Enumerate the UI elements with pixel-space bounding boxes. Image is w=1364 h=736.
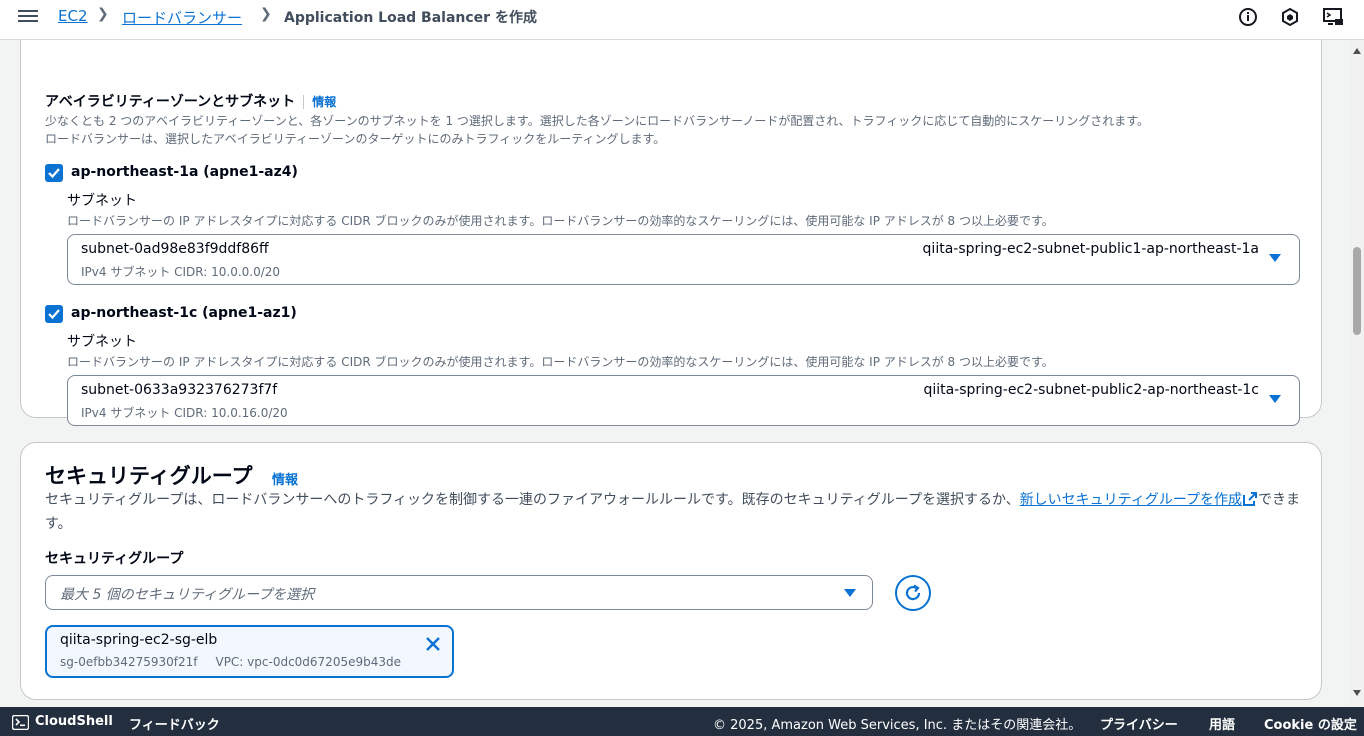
cloudshell-button[interactable]: CloudShell (35, 714, 113, 729)
feedback-button[interactable]: フィードバック (129, 714, 220, 733)
zone-1a-subnet-select[interactable]: subnet-0ad98e83f9ddf86ff IPv4 サブネット CIDR… (67, 234, 1300, 285)
zone-1c-subnet-select[interactable]: subnet-0633a932376273f7f IPv4 サブネット CIDR… (67, 375, 1300, 426)
scroll-thumb[interactable] (1353, 247, 1361, 335)
security-group-card: セキュリティグループ 情報 セキュリティグループは、ロードバランサーへのトラフィ… (20, 442, 1322, 700)
chevron-right-icon: ❯ (260, 6, 272, 22)
subnet-id: subnet-0ad98e83f9ddf86ff (81, 241, 269, 257)
create-sg-link[interactable]: 新しいセキュリティグループを作成 (1020, 492, 1258, 508)
subnet-name: qiita-spring-ec2-subnet-public1-ap-north… (922, 241, 1259, 257)
footer: CloudShell フィードバック © 2025, Amazon Web Se… (0, 707, 1364, 736)
sg-desc-text: セキュリティグループは、ロードバランサーへのトラフィックを制御する一連のファイア… (45, 492, 1020, 508)
cookie-settings-link[interactable]: Cookie の設定 (1264, 714, 1357, 733)
breadcrumb-ec2[interactable]: EC2 (58, 7, 88, 25)
page-scrollbar[interactable] (1350, 40, 1364, 707)
subnet-name: qiita-spring-ec2-subnet-public2-ap-north… (923, 382, 1259, 398)
sg-token-meta: sg-0efbb34275930f21f VPC: vpc-0dc0d67205e… (60, 655, 401, 669)
zone-1c-label: ap-northeast-1c (apne1-az1) (71, 305, 297, 321)
sg-field-label: セキュリティグループ (45, 551, 184, 567)
scroll-down-icon[interactable] (1353, 690, 1361, 696)
subnet-id: subnet-0633a932376273f7f (81, 382, 278, 398)
sg-multiselect[interactable]: 最大 5 個のセキュリティグループを選択 (45, 575, 873, 610)
sg-placeholder: 最大 5 個のセキュリティグループを選択 (60, 587, 315, 603)
external-link-icon (1242, 491, 1258, 513)
zone-1a-subnet-desc: ロードバランサーの IP アドレスタイプに対応する CIDR ブロックのみが使用… (67, 214, 1054, 228)
sg-section-title: セキュリティグループ (45, 464, 253, 488)
create-sg-link-text[interactable]: 新しいセキュリティグループを作成 (1020, 492, 1242, 508)
breadcrumb-load-balancers[interactable]: ロードバランサー (122, 7, 242, 28)
cloudshell-feedback-icon[interactable] (1322, 7, 1343, 27)
sg-token-name: qiita-spring-ec2-sg-elb (60, 632, 218, 648)
cloudshell-icon[interactable] (11, 714, 30, 734)
divider (303, 95, 305, 109)
zone-1c-checkbox[interactable] (45, 305, 63, 323)
az-section-title: アベイラビリティーゾーンとサブネット 情報 (45, 91, 336, 111)
refresh-button[interactable] (895, 575, 931, 611)
chevron-right-icon: ❯ (97, 6, 109, 22)
privacy-link[interactable]: プライバシー (1100, 714, 1178, 733)
az-description-line1: 少なくとも 2 つのアベイラビリティーゾーンと、各ゾーンのサブネットを 1 つ選… (45, 114, 1150, 128)
close-icon[interactable] (424, 635, 442, 653)
breadcrumb-current: Application Load Balancer を作成 (284, 10, 537, 26)
notifications-icon[interactable] (1280, 7, 1300, 27)
az-title-text: アベイラビリティーゾーンとサブネット (45, 94, 296, 110)
az-description-line2: ロードバランサーは、選択したアベイラビリティーゾーンのターゲットにのみトラフィッ… (45, 132, 666, 146)
sg-token-vpc: VPC: vpc-0dc0d67205e9b43de (215, 655, 401, 669)
caret-down-icon (844, 589, 856, 597)
zone-1a-label: ap-northeast-1a (apne1-az4) (71, 164, 298, 180)
top-navigation-bar: EC2 ❯ ロードバランサー ❯ Application Load Balanc… (0, 0, 1364, 40)
menu-icon[interactable] (18, 9, 38, 27)
zone-1a-checkbox[interactable] (45, 164, 63, 182)
network-mapping-card: アベイラビリティーゾーンとサブネット 情報 少なくとも 2 つのアベイラビリティー… (20, 40, 1322, 426)
scroll-up-icon[interactable] (1353, 48, 1361, 54)
main-content: アベイラビリティーゾーンとサブネット 情報 少なくとも 2 つのアベイラビリティー… (0, 40, 1350, 707)
az-info-link[interactable]: 情報 (312, 95, 336, 109)
caret-down-icon (1269, 395, 1281, 403)
sg-description: セキュリティグループは、ロードバランサーへのトラフィックを制御する一連のファイア… (45, 489, 1305, 535)
sg-token-id: sg-0efbb34275930f21f (60, 655, 198, 669)
terms-link[interactable]: 用語 (1209, 714, 1235, 733)
selected-sg-token: qiita-spring-ec2-sg-elb sg-0efbb34275930… (45, 625, 454, 678)
copyright-text: © 2025, Amazon Web Services, Inc. またはその関… (713, 718, 1082, 733)
caret-down-icon (1269, 254, 1281, 262)
zone-1a-subnet-label: サブネット (67, 193, 137, 209)
zone-1c-subnet-desc: ロードバランサーの IP アドレスタイプに対応する CIDR ブロックのみが使用… (67, 355, 1054, 369)
zone-1c-subnet-label: サブネット (67, 334, 137, 350)
refresh-icon (905, 584, 921, 601)
subnet-cidr: IPv4 サブネット CIDR: 10.0.0.0/20 (81, 265, 281, 279)
sg-info-link[interactable]: 情報 (272, 469, 298, 488)
info-circle-icon[interactable] (1238, 7, 1258, 27)
subnet-cidr: IPv4 サブネット CIDR: 10.0.16.0/20 (81, 406, 288, 420)
